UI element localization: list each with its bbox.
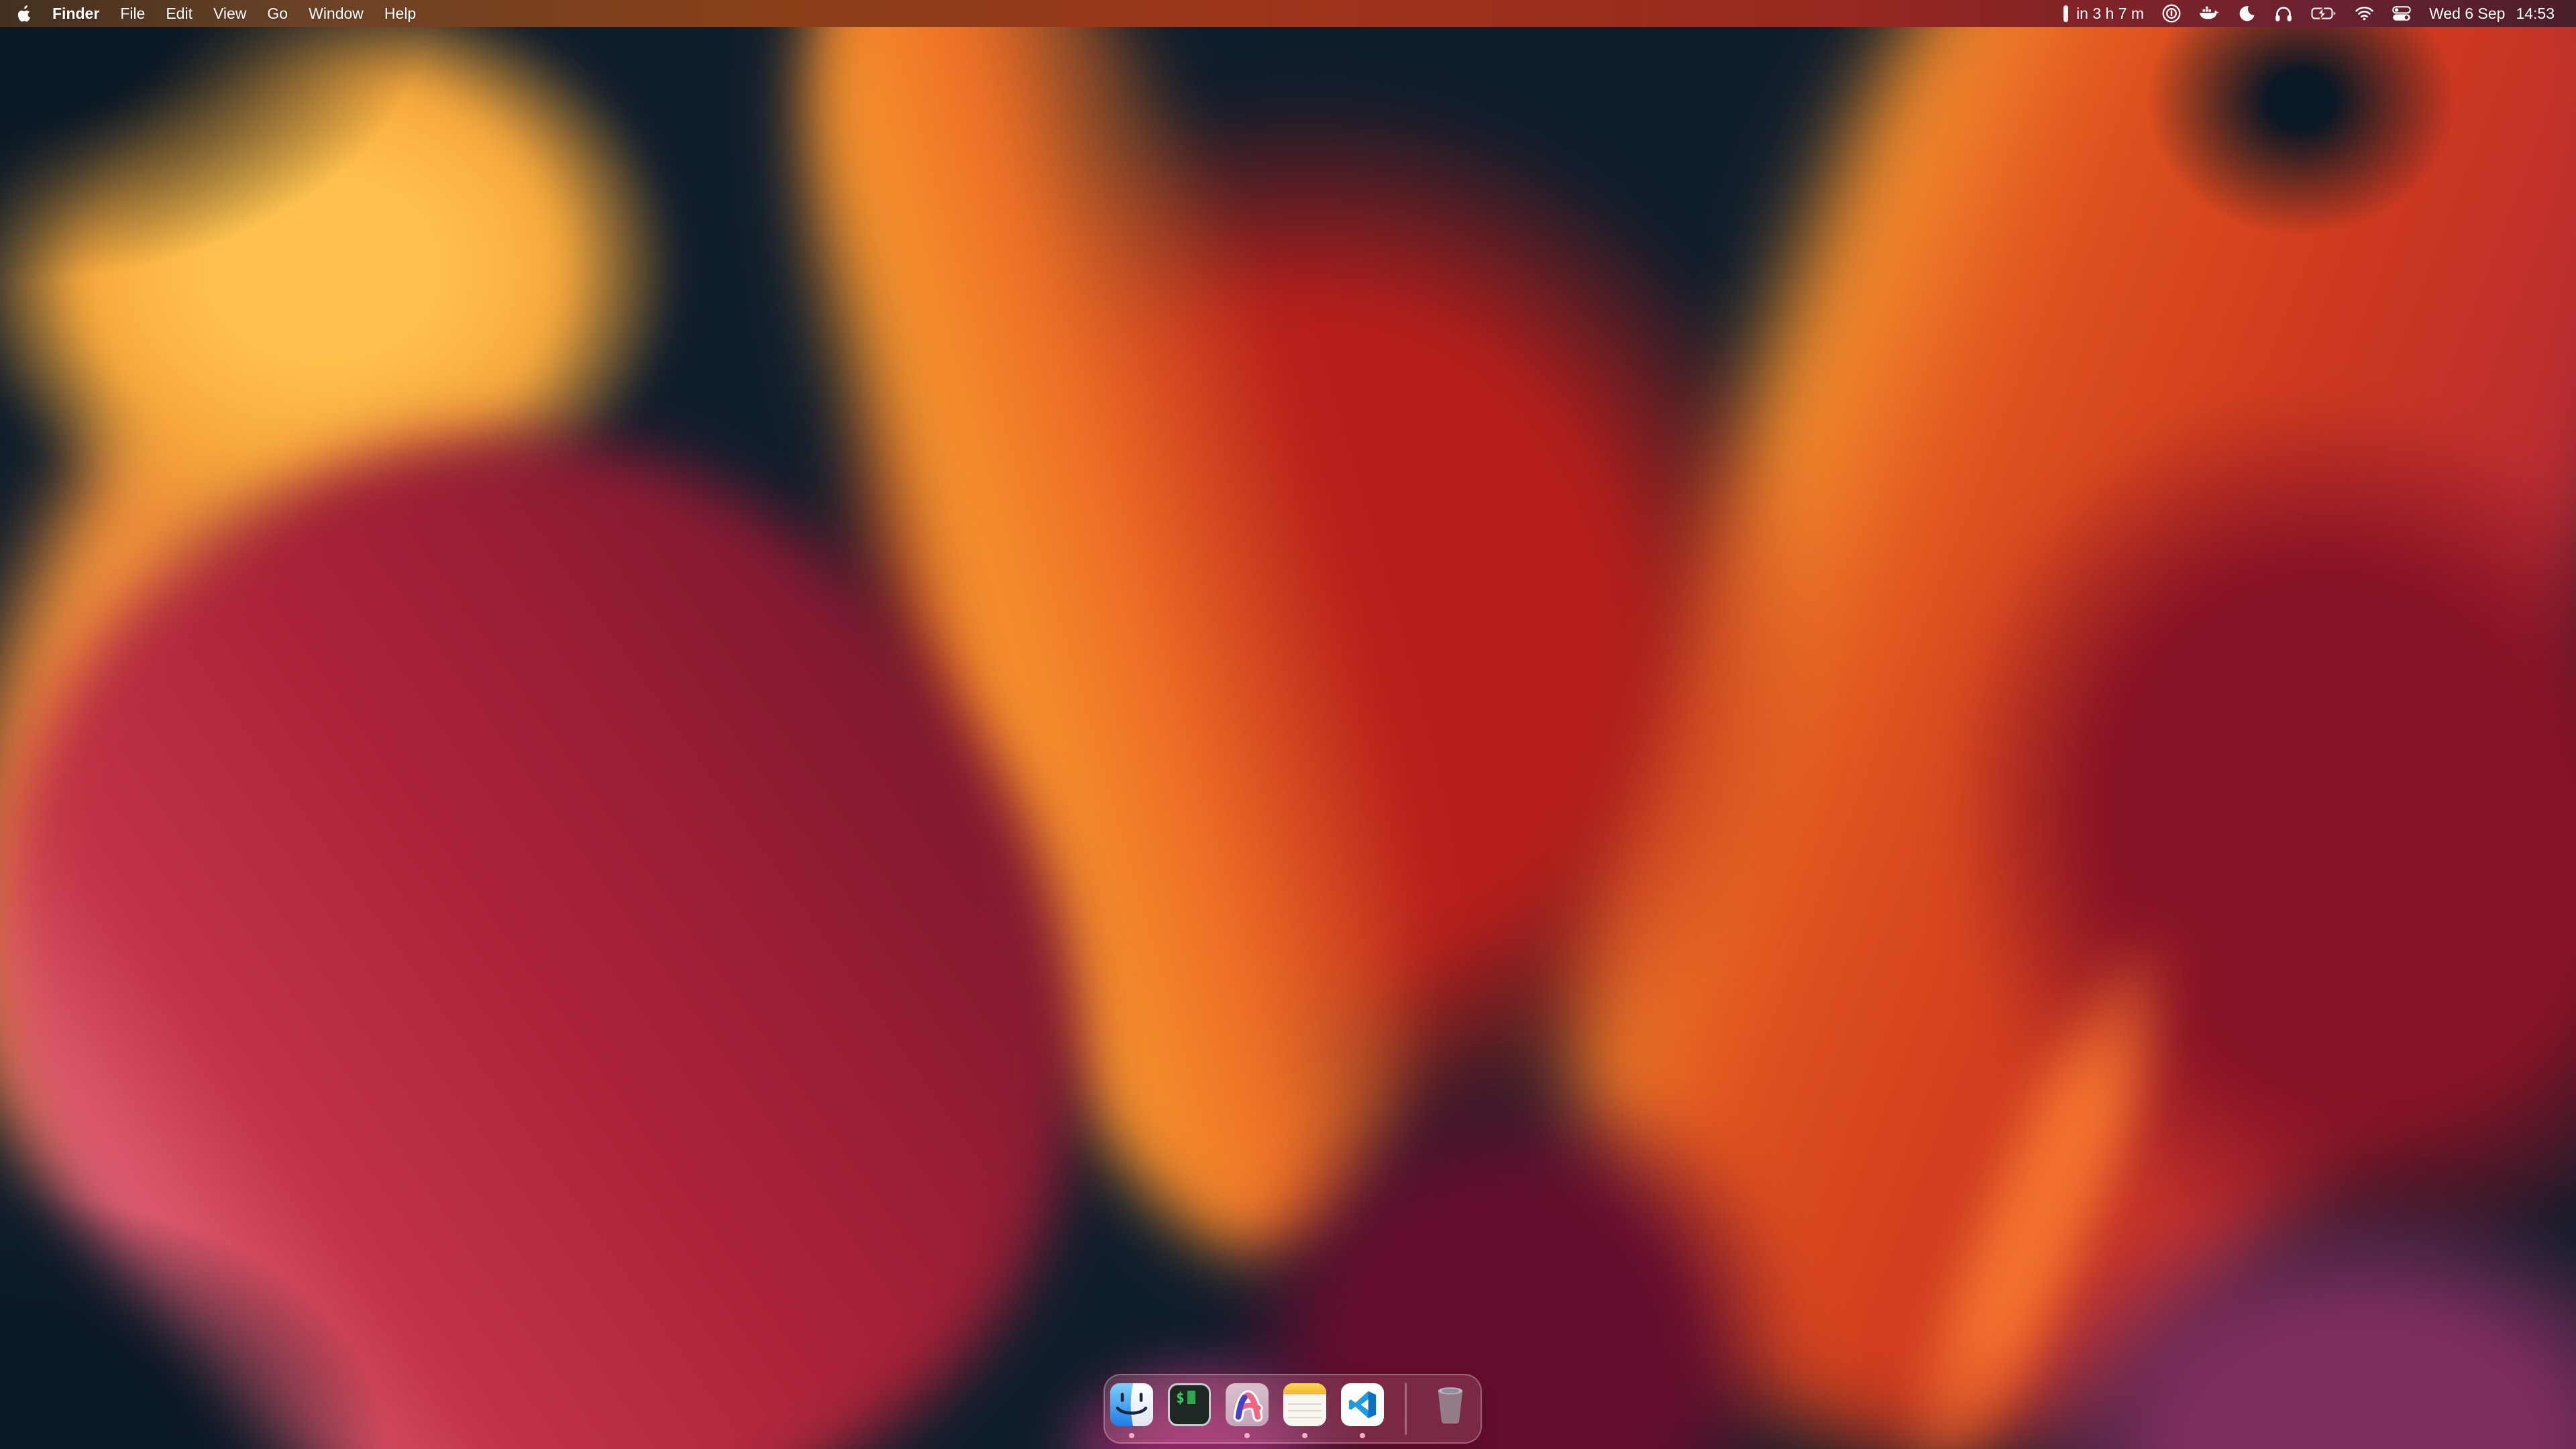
onepassword-menu[interactable]	[2162, 4, 2181, 23]
wallpaper-petal-purple	[1925, 1140, 2576, 1449]
trash-icon	[1429, 1383, 1472, 1426]
control-center-icon	[2392, 6, 2411, 21]
clock-date: Wed 6 Sep	[2429, 5, 2505, 23]
terminal-cursor	[1187, 1391, 1195, 1404]
clock-menu[interactable]: Wed 6 Sep 14:53	[2429, 5, 2555, 23]
wifi-menu[interactable]	[2355, 6, 2374, 21]
timer-status[interactable]: in 3 h 7 m	[2063, 5, 2144, 23]
focus-mode-menu[interactable]	[2238, 5, 2256, 23]
wallpaper-petal-crimson	[738, 34, 1878, 1241]
finder-icon	[1110, 1383, 1153, 1426]
menu-item-view[interactable]: View	[213, 5, 246, 23]
wallpaper-petal-right-orange	[1393, 0, 2576, 1449]
dock-item-vscode[interactable]	[1341, 1383, 1384, 1440]
dock-item-trash[interactable]	[1429, 1383, 1472, 1440]
wallpaper-corner-shadows	[0, 0, 2576, 1449]
menu-item-help[interactable]: Help	[384, 5, 416, 23]
battery-charging-icon	[2311, 5, 2337, 21]
running-indicator	[1244, 1433, 1250, 1438]
menu-app-name[interactable]: Finder	[52, 5, 99, 23]
menu-bar-status-area: in 3 h 7 m	[2063, 0, 2576, 27]
menu-item-window[interactable]: Window	[309, 5, 364, 23]
vscode-icon	[1341, 1383, 1384, 1426]
running-indicator	[1302, 1433, 1307, 1438]
wallpaper-petal-magenta	[0, 251, 1267, 1449]
dock: $	[1104, 1374, 1482, 1444]
docker-menu[interactable]	[2199, 6, 2220, 21]
timer-pill-icon	[2063, 5, 2069, 23]
menu-bar: Finder File Edit View Go Window Help in …	[0, 0, 2576, 27]
wallpaper-petal-left-orange	[0, 146, 663, 1263]
apple-icon	[17, 5, 32, 22]
apple-menu[interactable]	[17, 0, 32, 27]
timer-label: in 3 h 7 m	[2076, 5, 2144, 23]
desktop[interactable]: Finder File Edit View Go Window Help in …	[0, 0, 2576, 1449]
onepassword-icon	[2162, 4, 2181, 23]
menu-bar-left: Finder File Edit View Go Window Help	[0, 0, 416, 27]
dock-item-arc-browser[interactable]	[1226, 1383, 1269, 1440]
clock-time: 14:53	[2516, 5, 2555, 23]
moon-icon	[2238, 5, 2256, 23]
docker-whale-icon	[2199, 6, 2220, 21]
wifi-icon	[2355, 6, 2374, 21]
menu-item-edit[interactable]: Edit	[166, 5, 193, 23]
dock-item-finder[interactable]	[1110, 1383, 1153, 1440]
menu-item-file[interactable]: File	[120, 5, 145, 23]
dock-item-terminal[interactable]: $	[1168, 1383, 1211, 1440]
arc-browser-icon	[1226, 1383, 1269, 1426]
menu-item-go[interactable]: Go	[267, 5, 288, 23]
wallpaper-ridge-bottom-right	[1868, 901, 2210, 1449]
dock-item-notes[interactable]	[1283, 1383, 1326, 1440]
running-indicator	[1129, 1433, 1134, 1438]
notes-icon	[1283, 1383, 1326, 1426]
battery-menu[interactable]	[2311, 5, 2337, 21]
notes-icon-header	[1283, 1383, 1326, 1395]
wallpaper-petal-dark-red	[1740, 199, 2576, 1449]
terminal-prompt: $	[1176, 1391, 1185, 1405]
sound-output-menu[interactable]	[2274, 5, 2293, 23]
wallpaper-glow-yellow	[0, 0, 758, 621]
terminal-icon: $	[1168, 1383, 1211, 1426]
dock-separator	[1405, 1383, 1407, 1435]
control-center-menu[interactable]	[2392, 6, 2411, 21]
wallpaper-ridge-center	[694, 0, 1520, 1310]
headphones-icon	[2274, 5, 2293, 23]
running-indicator	[1360, 1433, 1365, 1438]
